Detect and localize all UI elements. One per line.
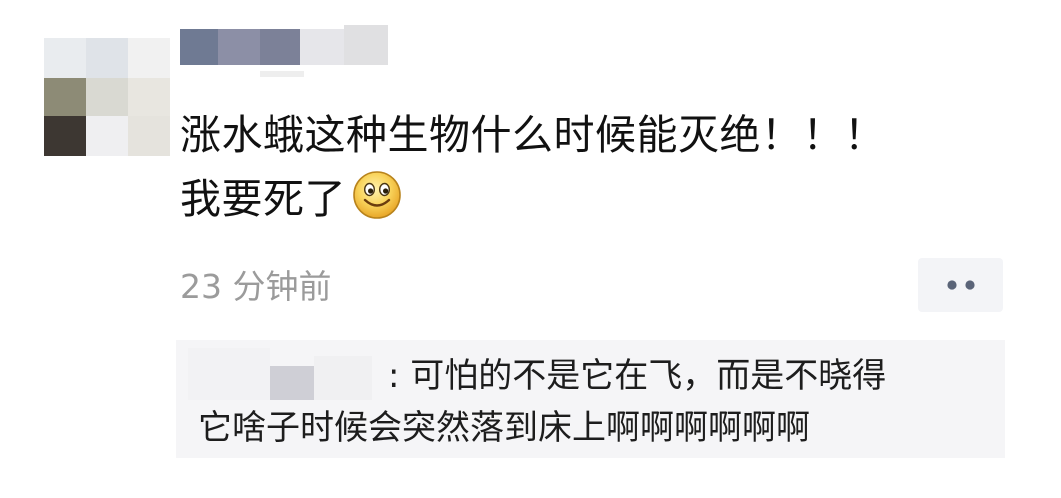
more-dots-icon: [946, 280, 975, 290]
post-text-line-2: 我要死了: [180, 167, 1040, 231]
post-text-line-2-text: 我要死了: [180, 175, 346, 223]
post-content: 涨水蛾这种生物什么时候能灭绝！！！ 我要死了: [180, 103, 1040, 231]
nickname-pixel: [344, 25, 388, 65]
comment-text-line-1: : 可怕的不是它在飞，而是不晓得: [388, 356, 887, 396]
nickname-pixel: [300, 29, 344, 65]
avatar-pixel: [128, 78, 170, 116]
nickname-pixel: [260, 29, 300, 65]
nickname-pixel: [218, 29, 260, 65]
nickname[interactable]: [180, 25, 392, 81]
nickname-pixel: [260, 71, 304, 77]
avatar-pixel: [86, 78, 128, 116]
comment-content: : 可怕的不是它在飞，而是不晓得 它啥子时候会突然落到床上啊啊啊啊啊啊: [198, 350, 998, 454]
post-text-line-1: 涨水蛾这种生物什么时候能灭绝！！！: [180, 111, 886, 159]
avatar-pixel: [44, 116, 86, 156]
avatar[interactable]: [44, 38, 170, 156]
avatar-pixel: [44, 38, 86, 78]
avatar-pixel: [44, 78, 86, 116]
avatar-pixel: [86, 38, 128, 78]
smiley-icon: [352, 170, 402, 220]
more-options-button[interactable]: [918, 258, 1003, 312]
avatar-pixel: [128, 38, 170, 78]
avatar-pixel: [128, 116, 170, 156]
nickname-pixel: [180, 29, 218, 65]
comment-box: : 可怕的不是它在飞，而是不晓得 它啥子时候会突然落到床上啊啊啊啊啊啊: [176, 340, 1005, 458]
avatar-pixel: [86, 116, 128, 156]
comment-text-line-2: 它啥子时候会突然落到床上啊啊啊啊啊啊: [198, 408, 810, 448]
post-timestamp: 23 分钟前: [180, 267, 332, 306]
